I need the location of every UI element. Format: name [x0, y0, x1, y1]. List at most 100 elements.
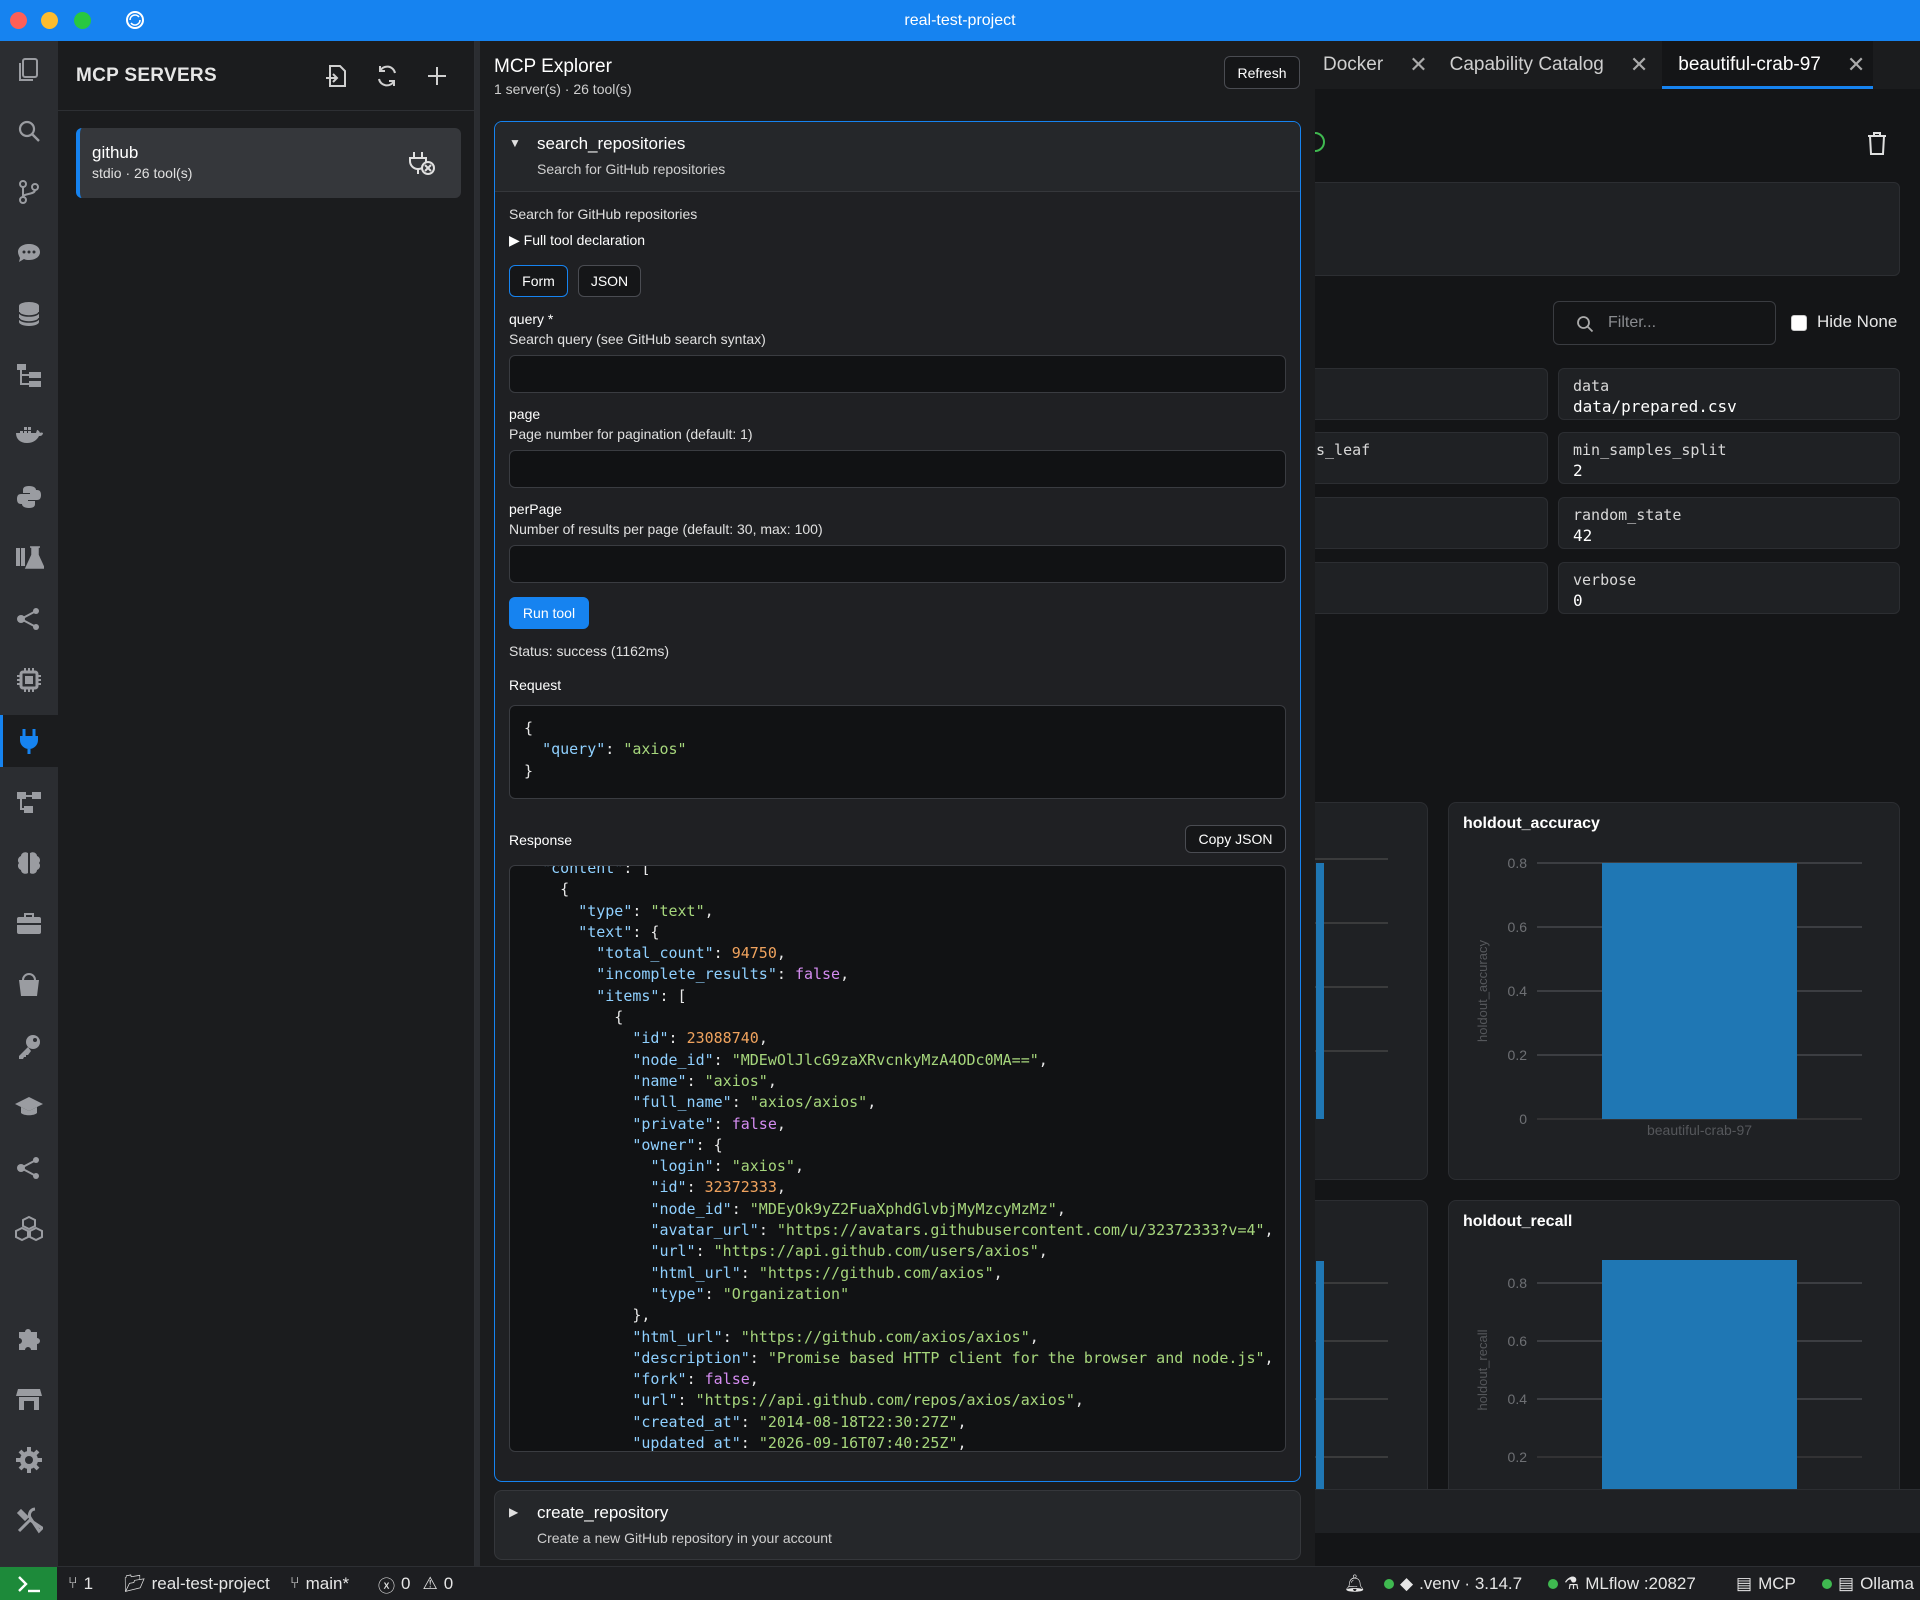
close-window-button[interactable] — [10, 12, 27, 29]
mlflow-indicator[interactable]: ⚗ MLflow :20827 — [1548, 1567, 1696, 1600]
mcp-activity[interactable] — [0, 715, 58, 767]
packages-activity[interactable] — [0, 1203, 58, 1255]
python-activity[interactable] — [0, 471, 58, 523]
window-title: real-test-project — [904, 11, 1016, 29]
source-control-activity[interactable] — [0, 166, 58, 218]
secrets-activity[interactable] — [0, 1020, 58, 1072]
disconnect-plug-icon[interactable] — [408, 150, 436, 176]
json-mode-button[interactable]: JSON — [578, 265, 641, 297]
extensions-activity[interactable] — [0, 1312, 58, 1364]
query-input[interactable] — [509, 355, 1286, 393]
chevron-down-icon: ▼ — [509, 136, 521, 150]
docker-icon — [16, 427, 43, 443]
terminal-button[interactable] — [0, 1567, 57, 1600]
minimize-window-button[interactable] — [41, 12, 58, 29]
y-tick-label: 0.8 — [1508, 855, 1528, 871]
run-status: Status: success (1162ms) — [509, 643, 670, 659]
param-cell — [1315, 497, 1548, 549]
close-icon[interactable]: ✕ — [1409, 52, 1427, 78]
pipeline-activity[interactable] — [0, 776, 58, 828]
hardware-activity[interactable] — [0, 654, 58, 706]
hide-none-checkbox[interactable] — [1791, 315, 1807, 331]
search-icon — [18, 120, 40, 142]
full-tool-declaration-toggle[interactable]: ▶ Full tool declaration — [509, 232, 645, 249]
y-tick-label: 0 — [1519, 1111, 1527, 1127]
param-value: 2 — [1573, 461, 1583, 480]
next-tool-summary: Create a new GitHub repository in your a… — [537, 1530, 832, 1546]
trash-icon[interactable] — [1865, 130, 1889, 156]
param-key: data — [1573, 377, 1610, 395]
share-nodes-icon — [17, 1157, 39, 1179]
search-activity[interactable] — [0, 105, 58, 157]
tab-label: Capability Catalog — [1449, 54, 1604, 75]
page-input[interactable] — [509, 450, 1286, 488]
models-activity[interactable] — [0, 837, 58, 889]
tool-summary: Search for GitHub repositories — [537, 161, 726, 177]
branch-indicator[interactable]: ⑂ main* — [290, 1567, 349, 1600]
param-value: 42 — [1573, 526, 1593, 545]
tab-label: Docker — [1323, 54, 1384, 75]
param-cell: min_samples_split 2 — [1558, 432, 1900, 484]
copy-json-button[interactable]: Copy JSON — [1185, 825, 1286, 853]
chart-card-holdout-accuracy: holdout_accuracy 0 0.2 0.4 0.6 0.8 holdout_ac… — [1448, 802, 1900, 1180]
run-tool-button[interactable]: Run tool — [509, 597, 589, 629]
param-key: random_state — [1573, 506, 1682, 524]
folder-tree-icon — [17, 364, 41, 387]
tool-card-create-repository[interactable]: ▶ create_repository Create a new GitHub … — [494, 1490, 1301, 1560]
learning-activity[interactable] — [0, 1081, 58, 1133]
form-mode-button[interactable]: Form — [509, 265, 568, 297]
experiments-activity[interactable] — [0, 532, 58, 584]
tree-activity[interactable] — [0, 349, 58, 401]
mcp-indicator[interactable]: ▤ MCP — [1736, 1567, 1796, 1600]
tools-activity[interactable] — [0, 898, 58, 950]
problems-indicator[interactable]: ⓧ 0 ⚠ 0 — [378, 1567, 453, 1600]
explorer-activity[interactable] — [0, 44, 58, 96]
docker-activity[interactable] — [0, 410, 58, 462]
warning-icon: ⚠ — [422, 1574, 438, 1593]
tab-beautiful-crab-97[interactable]: beautiful-crab-97 ✕ — [1662, 41, 1874, 89]
lineage-activity[interactable] — [0, 1142, 58, 1194]
chart-card-partial — [1315, 1200, 1428, 1500]
param-cell: verbose 0 — [1558, 562, 1900, 614]
perpage-input[interactable] — [509, 545, 1286, 583]
key-icon — [19, 1035, 40, 1059]
filter-input[interactable]: Filter... — [1553, 301, 1776, 345]
import-config-icon[interactable] — [324, 63, 350, 89]
add-server-icon[interactable] — [424, 63, 450, 89]
param-value: 0 — [1573, 591, 1583, 610]
server-item-github[interactable]: github stdio · 26 tool(s) — [76, 128, 461, 198]
project-indicator[interactable]: 📂︎ real-test-project — [124, 1567, 270, 1600]
y-axis-label: holdout_recall — [1475, 1329, 1490, 1410]
wrench-icon — [16, 1507, 43, 1534]
venv-indicator[interactable]: ◆ .venv · 3.14.7 — [1384, 1567, 1522, 1600]
zoom-window-button[interactable] — [74, 12, 91, 29]
tab-docker[interactable]: Docker ✕ — [1315, 41, 1442, 89]
ports-indicator[interactable]: ⑂ 1 — [68, 1567, 93, 1600]
devtools-activity[interactable] — [0, 1495, 58, 1547]
run-description-box[interactable] — [1315, 182, 1900, 276]
refresh-servers-icon[interactable] — [374, 63, 400, 89]
tab-capability-catalog[interactable]: Capability Catalog ✕ — [1442, 41, 1663, 89]
param-value: data/prepared.csv — [1573, 397, 1737, 416]
response-code[interactable]: "content": [ { "type": "text", "text": {… — [509, 865, 1286, 1452]
mcp-label: MCP — [1758, 1574, 1796, 1593]
notifications-button[interactable]: 🔔︎ — [1344, 1567, 1366, 1600]
store-activity[interactable] — [0, 1373, 58, 1425]
y-tick-label: 0.8 — [1508, 1275, 1528, 1291]
graph-activity[interactable] — [0, 593, 58, 645]
settings-activity[interactable] — [0, 1434, 58, 1486]
next-tool-name: create_repository — [537, 1503, 669, 1522]
param-key: s_leaf — [1316, 441, 1371, 459]
server-name: github — [92, 143, 139, 162]
close-icon[interactable]: ✕ — [1847, 52, 1865, 78]
tool-card-header[interactable]: ▼ search_repositories Search for GitHub … — [495, 122, 1300, 192]
workflow-icon — [17, 792, 41, 813]
chat-activity[interactable] — [0, 227, 58, 279]
bucket-activity[interactable] — [0, 959, 58, 1011]
close-icon[interactable]: ✕ — [1630, 52, 1648, 78]
field-label-perpage: perPage — [509, 501, 562, 517]
database-activity[interactable] — [0, 288, 58, 340]
param-cell: random_state 42 — [1558, 497, 1900, 549]
refresh-button[interactable]: Refresh — [1224, 56, 1300, 89]
ollama-indicator[interactable]: ▤ Ollama — [1822, 1567, 1914, 1600]
